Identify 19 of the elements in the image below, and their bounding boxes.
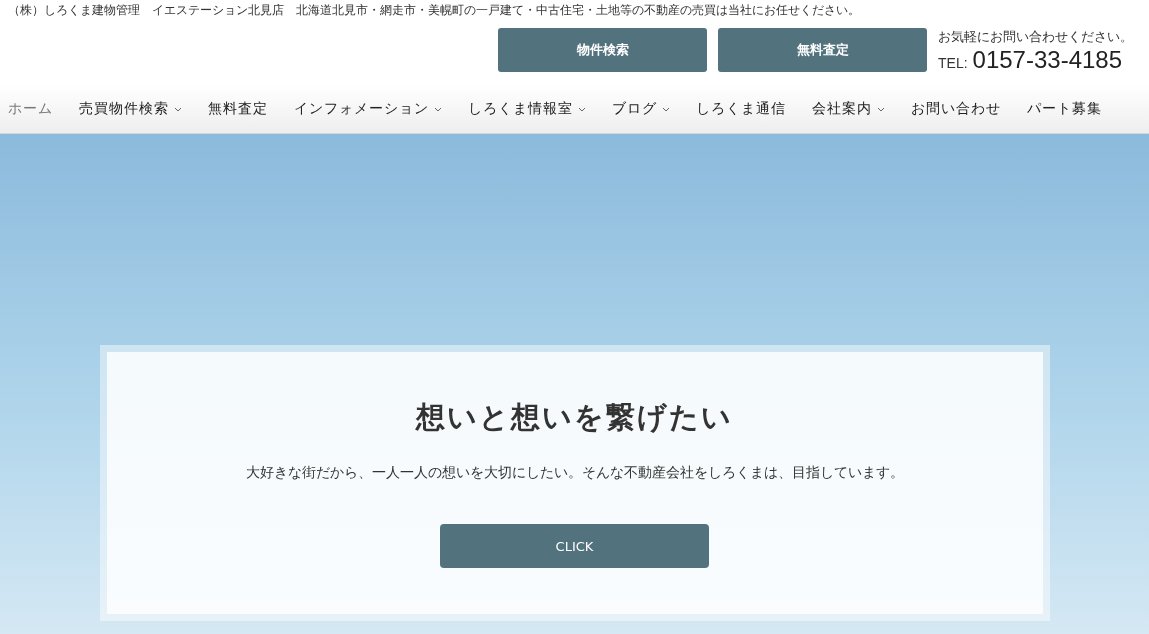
nav-item[interactable]: 売買物件検索 <box>66 100 195 118</box>
nav-item[interactable]: 会社案内 <box>799 100 898 118</box>
click-button[interactable]: CLICK <box>440 524 709 568</box>
phone-number: 0157-33-4185 <box>972 46 1123 74</box>
nav-item[interactable]: ブログ <box>599 100 683 118</box>
hero-title: 想いと想いを繋げたい <box>416 399 733 436</box>
nav-item[interactable]: 無料査定 <box>195 100 281 118</box>
nav-item[interactable]: パート募集 <box>1014 100 1115 118</box>
nav-item[interactable]: しろくま通信 <box>683 100 799 118</box>
contact-note: お気軽にお問い合わせください。 <box>938 28 1134 46</box>
nav-item[interactable]: お問い合わせ <box>898 100 1014 118</box>
nav-item[interactable]: しろくま情報室 <box>455 100 599 118</box>
nav-item[interactable]: インフォメーション <box>281 100 455 118</box>
header-button[interactable]: 無料査定 <box>718 28 927 72</box>
site-tagline: （株）しろくま建物管理 イエステーション北見店 北海道北見市・網走市・美幌町の一戸建て・中古住宅・土地等の不動産の売買は当社にお任せください。 <box>8 2 860 19</box>
hero-text: 大好きな街だから、一人一人の想いを大切にしたい。そんな不動産会社をしろくまは、目指しています。 <box>245 464 904 482</box>
tel-label: TEL: <box>938 55 968 71</box>
header-button[interactable]: 物件検索 <box>498 28 707 72</box>
nav-item[interactable]: ホーム <box>8 100 66 118</box>
